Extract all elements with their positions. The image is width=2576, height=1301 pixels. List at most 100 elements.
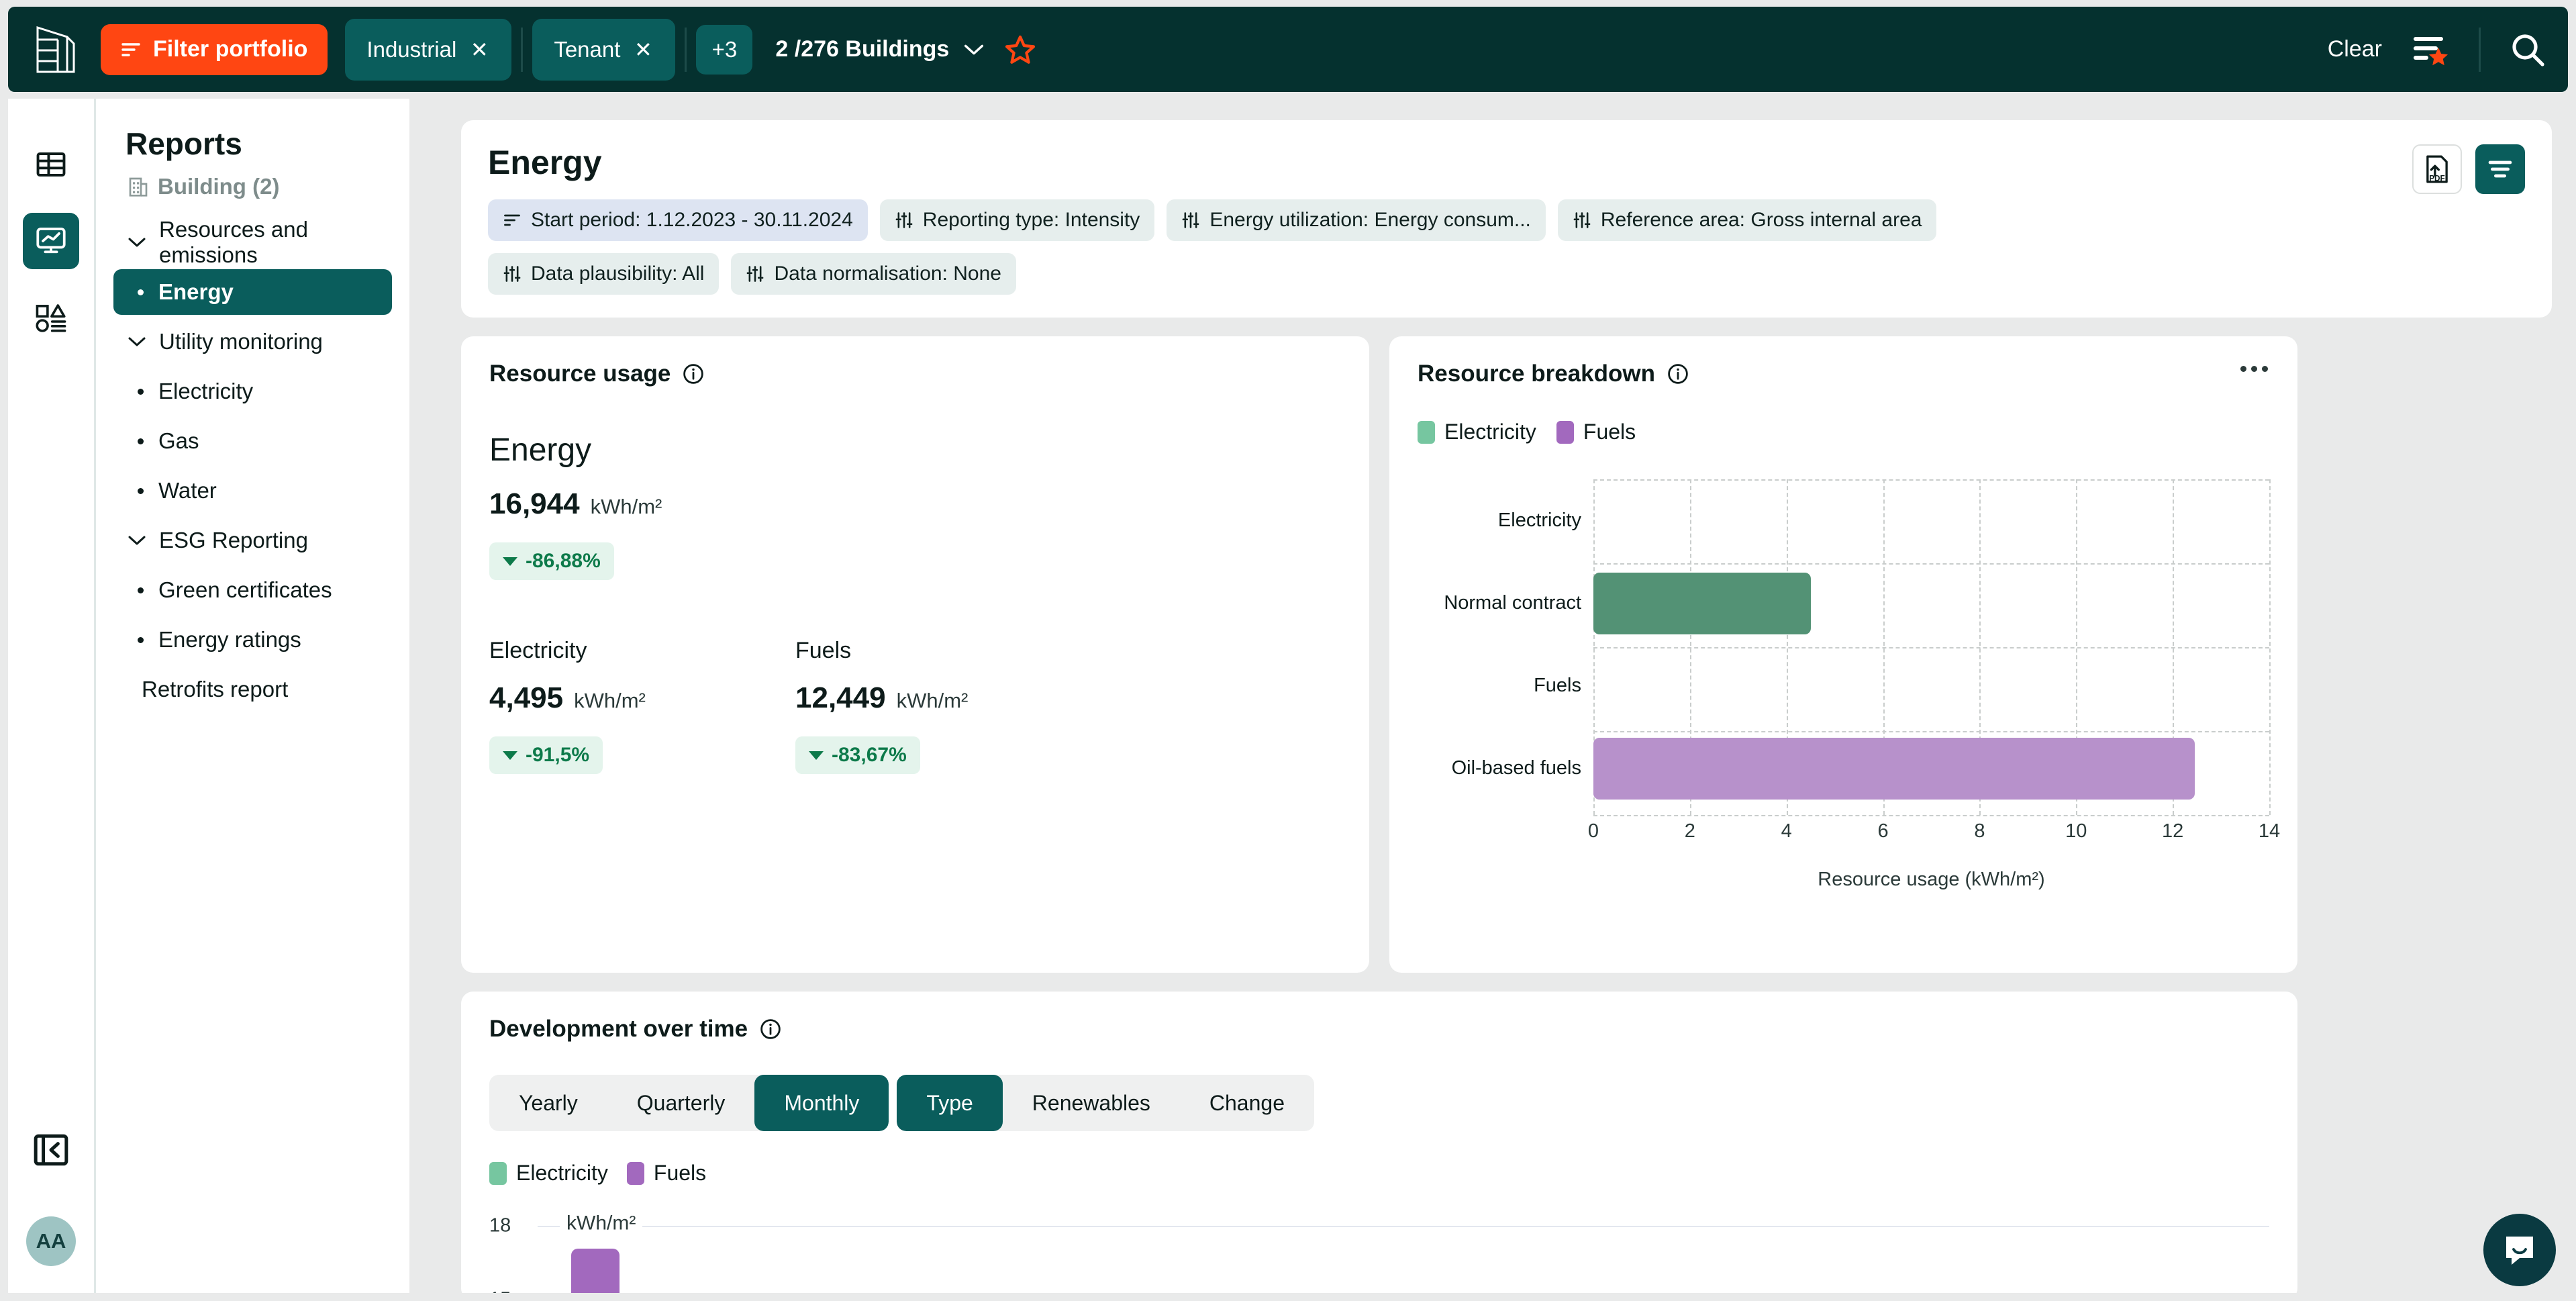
sliders-icon — [503, 266, 521, 282]
remove-tag-icon[interactable]: ✕ — [462, 32, 497, 67]
total-delta-badge: -86,88% — [489, 542, 614, 580]
remove-tag-icon[interactable]: ✕ — [626, 32, 660, 67]
sliders-icon — [1573, 212, 1591, 228]
tab-yearly[interactable]: Yearly — [489, 1075, 607, 1131]
building-scope-label: Building (2) — [158, 174, 280, 199]
development-toggles: Yearly Quarterly Monthly Type Renewables… — [489, 1075, 2269, 1131]
legend-swatch — [1556, 420, 1574, 444]
cards-row: Resource usage Energy 16,944 kWh/m² -86,… — [461, 336, 2552, 973]
nav-group-utility-monitoring[interactable]: Utility monitoring — [96, 319, 409, 365]
sidebar-item-label: Retrofits report — [142, 677, 289, 702]
bar-track — [1593, 562, 2269, 644]
buildings-selector[interactable]: 2 /276 Buildings — [775, 36, 984, 62]
x-tick: 14 — [2258, 820, 2281, 842]
bar-fuels[interactable] — [1593, 738, 2195, 800]
card-overflow-menu-icon[interactable] — [2240, 366, 2268, 372]
collapse-sidebar-icon[interactable] — [33, 1132, 69, 1168]
search-icon[interactable] — [2510, 32, 2545, 67]
chat-support-button[interactable] — [2483, 1214, 2556, 1286]
chip-data-plausibility[interactable]: Data plausibility: All — [488, 253, 720, 295]
bullet-icon — [138, 636, 144, 643]
sidebar-item-electricity[interactable]: Electricity — [113, 369, 392, 414]
icon-rail: AA — [8, 99, 94, 1293]
rail-item-dashboard[interactable] — [23, 213, 79, 269]
card-title-label: Development over time — [489, 1016, 748, 1042]
filter-portfolio-button[interactable]: Filter portfolio — [101, 23, 328, 75]
nav-group-esg-reporting[interactable]: ESG Reporting — [96, 518, 409, 563]
nav-group-label: ESG Reporting — [159, 528, 308, 552]
nav-group-label: Utility monitoring — [159, 329, 323, 354]
sidebar-item-label: Electricity — [158, 379, 254, 403]
resource-breakdown-chart: Electricity Normal contract Fuels Oil-ba… — [1418, 479, 2271, 816]
tab-type[interactable]: Type — [897, 1075, 1003, 1131]
sidebar-item-label: Energy ratings — [158, 627, 301, 652]
tab-monthly[interactable]: Monthly — [754, 1075, 889, 1131]
export-pdf-button[interactable]: PDF — [2412, 144, 2462, 194]
resource-usage-title: Resource usage — [489, 360, 1341, 387]
gridline — [538, 1226, 2269, 1227]
chip-label: Reference area: Gross internal area — [1600, 209, 1922, 231]
sidebar-item-water[interactable]: Water — [113, 468, 392, 514]
y-tick: 15 — [489, 1289, 511, 1294]
tab-quarterly[interactable]: Quarterly — [607, 1075, 755, 1131]
rail-item-shapes[interactable] — [23, 289, 79, 346]
chevron-down-icon — [128, 238, 146, 247]
monitor-chart-icon — [36, 228, 66, 254]
legend-swatch — [626, 1161, 644, 1185]
building-scope-selector[interactable]: Building (2) — [96, 174, 409, 199]
page-title: Energy — [488, 144, 602, 181]
chip-reporting-type[interactable]: Reporting type: Intensity — [879, 199, 1155, 241]
legend-item-electricity: Electricity — [1418, 420, 1536, 444]
info-icon[interactable] — [683, 363, 704, 385]
filter-tag-tenant[interactable]: Tenant ✕ — [532, 18, 676, 81]
table-icon — [36, 152, 66, 177]
report-settings-button[interactable] — [2475, 144, 2525, 194]
sidebar-item-gas[interactable]: Gas — [113, 418, 392, 464]
page-header: Energy Start period: 1.12.2023 - 30.11.2… — [461, 120, 2552, 318]
y-tick: 18 — [489, 1214, 511, 1237]
filter-settings-icon — [2488, 160, 2512, 178]
sidebar-item-retrofits-report[interactable]: Retrofits report — [113, 667, 392, 712]
chip-energy-utilization[interactable]: Energy utilization: Energy consum... — [1167, 199, 1546, 241]
usage-breakdown-electricity: Electricity 4,495 kWh/m² -91,5% — [489, 638, 795, 774]
tab-renewables[interactable]: Renewables — [1003, 1075, 1180, 1131]
rail-item-table[interactable] — [23, 136, 79, 193]
info-icon[interactable] — [1667, 363, 1689, 385]
x-tick: 12 — [2161, 820, 2184, 842]
bar-electricity[interactable] — [1593, 573, 1811, 634]
more-filters-chip[interactable]: +3 — [696, 24, 753, 75]
chip-data-normalisation[interactable]: Data normalisation: None — [731, 253, 1016, 295]
sidebar-title: Reports — [126, 126, 242, 161]
clear-filters-button[interactable]: Clear — [2328, 36, 2382, 62]
sidebar-item-energy[interactable]: Energy — [113, 269, 392, 315]
dev-bar-fuels[interactable] — [571, 1249, 620, 1293]
filter-tag-industrial[interactable]: Industrial ✕ — [345, 18, 512, 81]
bar-track — [1593, 727, 2269, 810]
nav-group-resources[interactable]: Resources and emissions — [96, 217, 409, 267]
user-avatar[interactable]: AA — [26, 1216, 76, 1266]
chip-label: Data plausibility: All — [531, 262, 705, 285]
saved-filter-star-icon[interactable] — [2412, 32, 2449, 67]
sidebar-item-green-certificates[interactable]: Green certificates — [113, 567, 392, 613]
chip-start-period[interactable]: Start period: 1.12.2023 - 30.11.2024 — [488, 199, 868, 241]
chip-reference-area[interactable]: Reference area: Gross internal area — [1557, 199, 1937, 241]
usage-breakdown-fuels: Fuels 12,449 kWh/m² -83,67% — [795, 638, 1101, 774]
buildings-count-label: 2 /276 Buildings — [775, 36, 950, 62]
sub-value-row: 12,449 kWh/m² — [795, 681, 1101, 715]
building-icon — [129, 177, 148, 197]
app-root: Filter portfolio Industrial ✕ Tenant ✕ +… — [0, 0, 2576, 1301]
rail-bottom: AA — [26, 1132, 76, 1293]
sidebar-item-energy-ratings[interactable]: Energy ratings — [113, 617, 392, 663]
chart-x-axis-title: Resource usage (kWh/m²) — [1818, 869, 2045, 890]
chip-label: Start period: 1.12.2023 - 30.11.2024 — [531, 209, 853, 231]
category-label: Oil-based fuels — [1451, 757, 1581, 779]
chart-row-oil-based-fuels: Oil-based fuels — [1418, 727, 2269, 810]
sub-label: Fuels — [795, 638, 852, 663]
info-icon[interactable] — [760, 1018, 781, 1040]
tab-change[interactable]: Change — [1180, 1075, 1314, 1131]
delta-label: -86,88% — [526, 550, 601, 572]
tag-label: Industrial — [366, 36, 457, 62]
favorite-star-icon[interactable] — [1004, 34, 1036, 66]
shapes-list-icon — [36, 304, 66, 332]
resource-usage-card: Resource usage Energy 16,944 kWh/m² -86,… — [461, 336, 1369, 973]
